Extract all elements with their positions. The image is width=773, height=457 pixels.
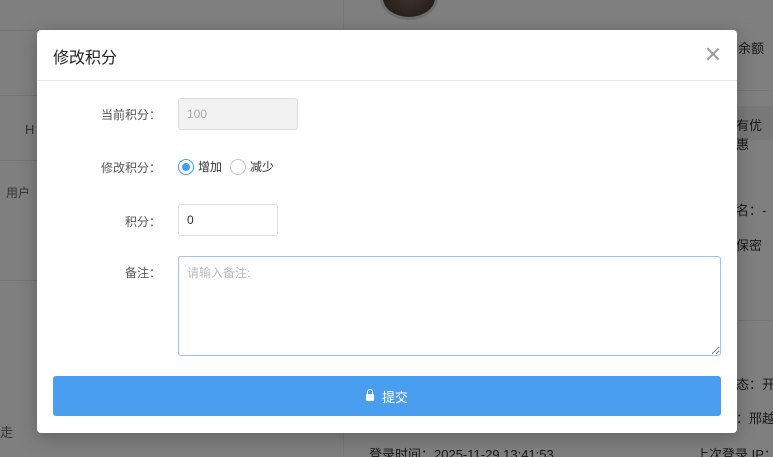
lock-icon: [365, 389, 374, 401]
modify-points-label: 修改积分：: [100, 161, 161, 175]
current-points-label: 当前积分：: [100, 108, 161, 122]
submit-button[interactable]: 提交: [53, 376, 721, 416]
remark-textarea[interactable]: [178, 256, 721, 356]
modify-points-dialog: 修改积分 当前积分： 修改积分： 增加 减少 积分： 备注： 提交: [37, 30, 737, 433]
remark-label: 备注：: [124, 266, 161, 280]
close-icon[interactable]: [703, 44, 723, 64]
radio-decrease[interactable]: 减少: [230, 158, 274, 175]
current-points-input: [178, 98, 298, 130]
radio-increase[interactable]: 增加: [178, 158, 222, 175]
points-label: 积分：: [124, 215, 161, 229]
radio-checked-icon: [178, 158, 194, 175]
points-input[interactable]: [178, 204, 278, 236]
submit-label: 提交: [381, 389, 408, 405]
radio-decrease-label: 减少: [250, 160, 275, 174]
dialog-title: 修改积分: [53, 50, 118, 67]
radio-unchecked-icon: [230, 158, 246, 175]
dialog-header: 修改积分: [37, 30, 737, 81]
radio-increase-label: 增加: [198, 160, 223, 174]
